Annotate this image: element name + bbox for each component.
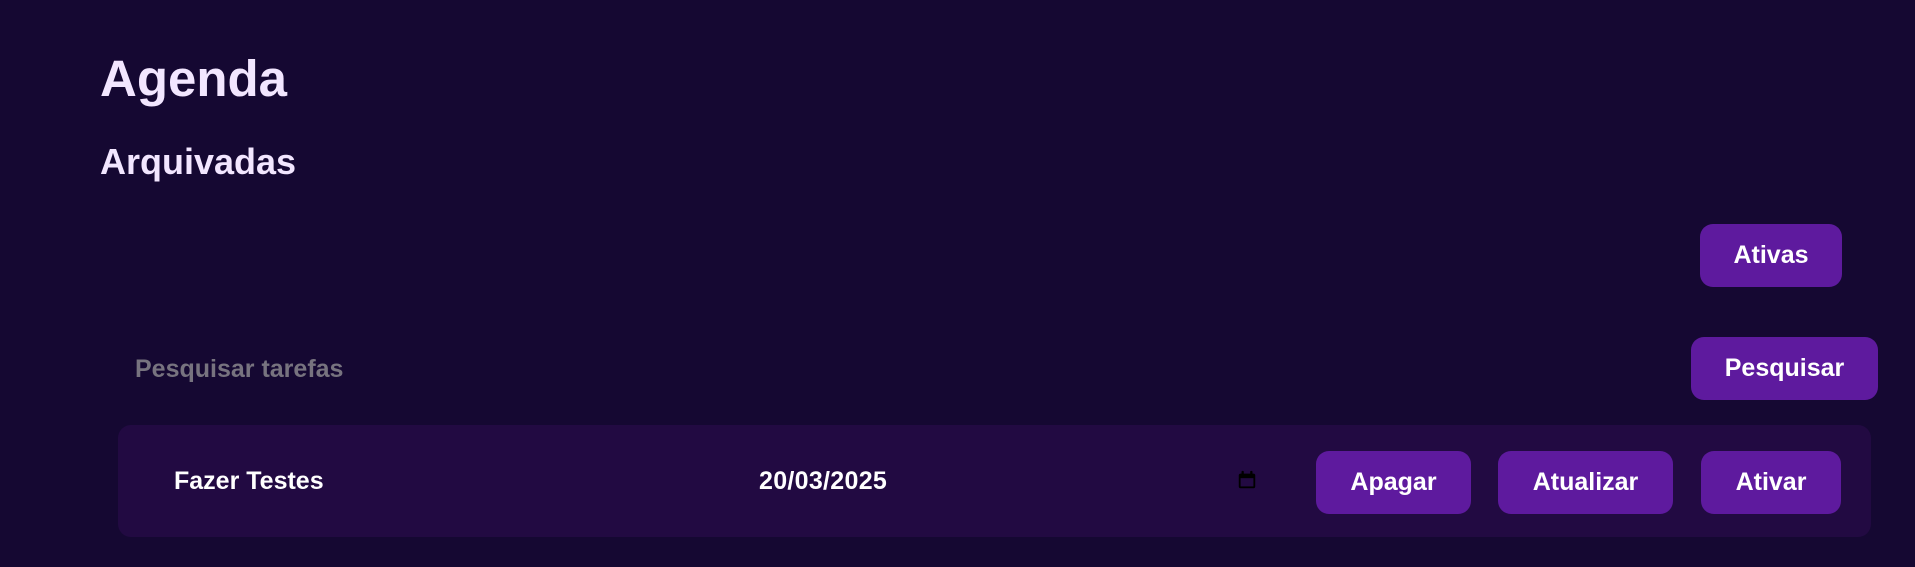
search-input[interactable] <box>118 342 1035 396</box>
delete-button[interactable]: Apagar <box>1316 451 1471 514</box>
ativas-button[interactable]: Ativas <box>1700 224 1842 287</box>
task-row: Fazer Testes 20/03/2025 Apagar Atualizar… <box>118 425 1871 537</box>
search-button[interactable]: Pesquisar <box>1691 337 1878 400</box>
activate-button[interactable]: Ativar <box>1701 451 1841 514</box>
task-date[interactable]: 20/03/2025 <box>759 464 887 498</box>
task-title: Fazer Testes <box>174 467 324 495</box>
update-button[interactable]: Atualizar <box>1498 451 1673 514</box>
calendar-icon[interactable] <box>1236 469 1258 491</box>
page-title: Agenda <box>100 50 288 107</box>
section-title: Arquivadas <box>100 141 297 182</box>
